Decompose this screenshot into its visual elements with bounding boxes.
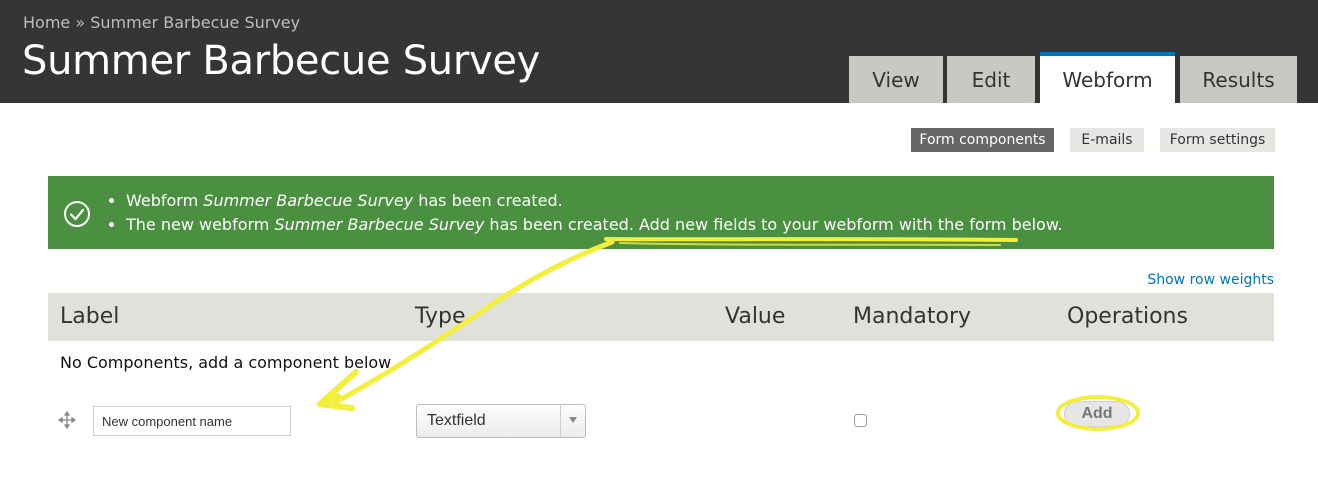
drag-handle-icon[interactable] (58, 411, 76, 429)
new-component-name-input[interactable] (93, 406, 291, 436)
column-header-type: Type (415, 304, 466, 329)
breadcrumb: Home » Summer Barbecue Survey (23, 13, 300, 32)
subtab-form-settings[interactable]: Form settings (1160, 128, 1275, 152)
show-row-weights-link[interactable]: Show row weights (1147, 272, 1274, 288)
subtab-form-components[interactable]: Form components (911, 128, 1054, 152)
mandatory-checkbox[interactable] (854, 414, 867, 427)
tab-results[interactable]: Results (1180, 56, 1297, 103)
page-title: Summer Barbecue Survey (22, 38, 541, 84)
add-component-button[interactable]: Add (1064, 401, 1130, 427)
component-type-value: Textfield (427, 412, 486, 429)
subtab-emails[interactable]: E-mails (1070, 128, 1144, 152)
chevron-down-icon (569, 417, 577, 423)
annotation-arrowhead (317, 369, 359, 411)
message-item: The new webform Summer Barbecue Survey h… (126, 213, 1063, 237)
breadcrumb-separator: » (75, 13, 86, 32)
empty-table-message: No Components, add a component below (60, 353, 392, 372)
column-header-label: Label (60, 304, 120, 329)
tab-webform[interactable]: Webform (1040, 52, 1175, 103)
component-type-select[interactable]: Textfield (416, 404, 586, 438)
tab-edit[interactable]: Edit (947, 56, 1035, 103)
column-header-operations: Operations (1067, 304, 1188, 329)
page-header: Home » Summer Barbecue Survey Summer Bar… (0, 0, 1318, 103)
table-header: Label Type Value Mandatory Operations (48, 293, 1274, 341)
column-header-mandatory: Mandatory (853, 304, 972, 329)
breadcrumb-current[interactable]: Summer Barbecue Survey (90, 13, 300, 32)
select-arrow-box (560, 405, 585, 437)
message-list: Webform Summer Barbecue Survey has been … (106, 189, 1063, 237)
breadcrumb-home-link[interactable]: Home (23, 13, 70, 32)
tab-view[interactable]: View (849, 56, 943, 103)
status-message: Webform Summer Barbecue Survey has been … (48, 176, 1274, 249)
check-circle-icon (64, 201, 90, 227)
column-header-value: Value (725, 304, 786, 329)
message-item: Webform Summer Barbecue Survey has been … (126, 189, 1063, 213)
